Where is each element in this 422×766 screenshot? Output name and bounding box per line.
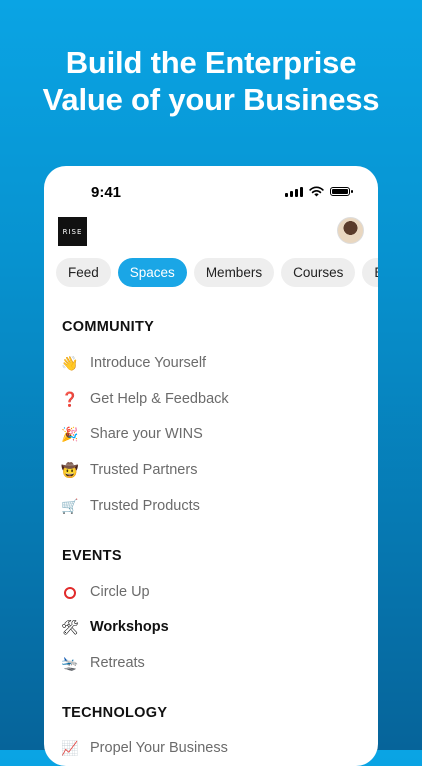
space-item-label: Circle Up bbox=[90, 584, 150, 600]
space-item-label: Share your WINS bbox=[90, 426, 203, 442]
space-item-workshops[interactable]: 🛠 Workshops bbox=[60, 617, 169, 637]
space-item-propel-your-business[interactable]: 📈 Propel Your Business bbox=[60, 738, 228, 758]
chart-icon: 📈 bbox=[61, 739, 79, 756]
cellular-signal-icon bbox=[285, 186, 303, 197]
tools-icon: 🛠 bbox=[61, 618, 79, 635]
space-item-get-help-feedback[interactable]: ❓ Get Help & Feedback bbox=[60, 389, 229, 409]
space-item-retreats[interactable]: 🛬 Retreats bbox=[60, 653, 145, 673]
space-item-label: Workshops bbox=[90, 619, 169, 635]
space-item-label: Trusted Partners bbox=[90, 462, 198, 478]
airplane-icon: 🛬 bbox=[61, 654, 79, 671]
phone-screen: 9:41 RISE Feed Spaces Members Courses Ev… bbox=[44, 166, 378, 766]
app-header: RISE bbox=[44, 216, 378, 256]
space-item-label: Introduce Yourself bbox=[90, 355, 207, 371]
headline-line-1: Build the Enterprise bbox=[65, 45, 357, 80]
tab-members[interactable]: Members bbox=[193, 258, 275, 287]
headline-line-2: Value of your Business bbox=[42, 82, 380, 117]
question-mark-icon: ❓ bbox=[61, 390, 79, 407]
red-circle-icon bbox=[60, 584, 80, 600]
space-item-label: Propel Your Business bbox=[90, 740, 228, 756]
space-item-trusted-products[interactable]: 🛒 Trusted Products bbox=[60, 496, 200, 516]
avatar[interactable] bbox=[337, 217, 364, 244]
tab-bar: Feed Spaces Members Courses Events bbox=[56, 258, 378, 287]
status-icons bbox=[285, 186, 353, 197]
status-time: 9:41 bbox=[91, 184, 122, 201]
space-item-share-your-wins[interactable]: 🎉 Share your WINS bbox=[60, 424, 203, 444]
party-popper-icon: 🎉 bbox=[61, 425, 79, 442]
section-title-events: EVENTS bbox=[62, 548, 122, 564]
battery-icon bbox=[330, 187, 353, 196]
tab-events[interactable]: Events bbox=[362, 258, 378, 287]
status-bar: 9:41 bbox=[44, 166, 378, 216]
space-item-trusted-partners[interactable]: 🤠 Trusted Partners bbox=[60, 460, 197, 480]
wifi-icon bbox=[309, 186, 324, 197]
tab-spaces[interactable]: Spaces bbox=[117, 258, 187, 287]
section-title-community: COMMUNITY bbox=[62, 319, 155, 335]
tab-courses[interactable]: Courses bbox=[281, 258, 356, 287]
space-item-introduce-yourself[interactable]: 👋 Introduce Yourself bbox=[60, 353, 206, 373]
space-item-circle-up[interactable]: Circle Up bbox=[60, 582, 150, 602]
section-title-technology: TECHNOLOGY bbox=[62, 705, 168, 721]
cowboy-face-icon: 🤠 bbox=[61, 461, 79, 478]
space-item-label: Trusted Products bbox=[90, 498, 200, 514]
space-item-label: Retreats bbox=[90, 655, 145, 671]
waving-hand-icon: 👋 bbox=[61, 354, 79, 371]
headline: Build the Enterprise Value of your Busin… bbox=[0, 44, 422, 118]
tab-feed[interactable]: Feed bbox=[56, 258, 111, 287]
space-item-label: Get Help & Feedback bbox=[90, 391, 229, 407]
shopping-cart-icon: 🛒 bbox=[61, 497, 79, 514]
rise-logo[interactable]: RISE bbox=[58, 217, 87, 246]
